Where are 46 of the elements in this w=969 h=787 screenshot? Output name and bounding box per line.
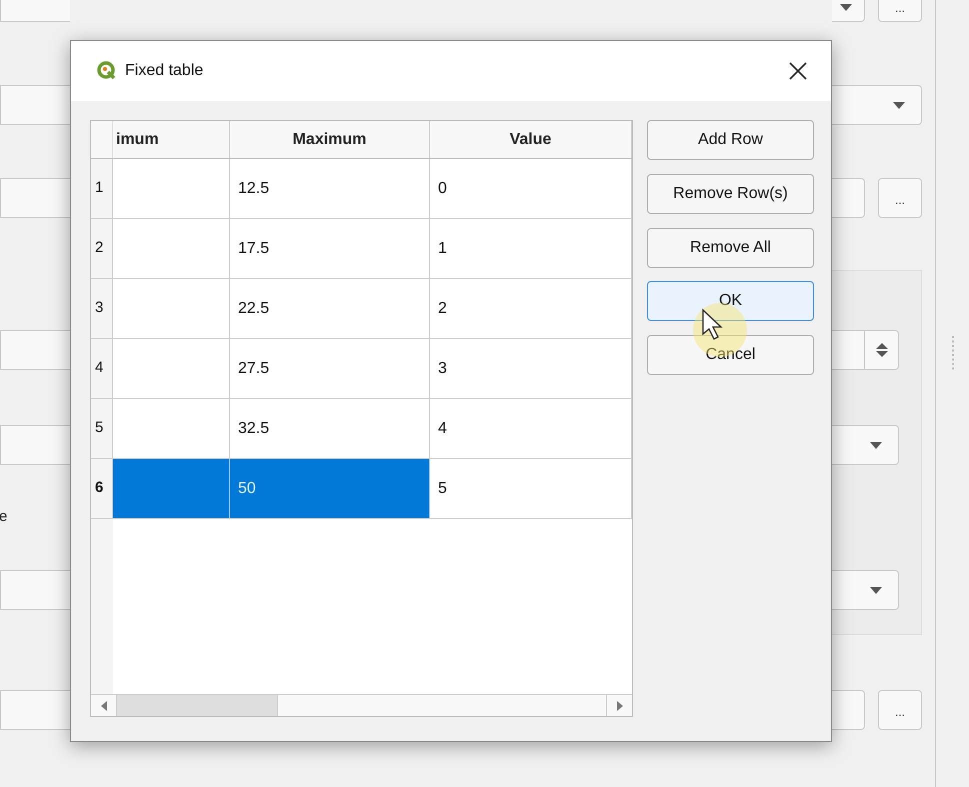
dropdown-arrow-icon xyxy=(840,4,852,10)
dialog-button[interactable]: Remove Row(s) xyxy=(647,174,814,214)
table-cell[interactable] xyxy=(113,459,230,518)
dropdown-field[interactable] xyxy=(832,425,899,465)
text-field[interactable] xyxy=(832,178,865,218)
dropdown-field[interactable] xyxy=(832,85,922,125)
row-header[interactable]: 2 xyxy=(91,219,113,278)
dropdown-arrow-icon xyxy=(870,442,882,448)
text-field[interactable] xyxy=(0,178,70,218)
scrollbar-thumb[interactable] xyxy=(117,695,278,716)
window-title: Fixed table xyxy=(125,61,204,81)
dropdown-field[interactable] xyxy=(0,85,70,125)
browse-button[interactable]: ... xyxy=(878,178,922,218)
row-header[interactable]: 4 xyxy=(91,339,113,398)
row-header[interactable]: 1 xyxy=(91,159,113,218)
browse-button[interactable]: ... xyxy=(878,0,922,22)
app-logo-icon xyxy=(97,61,117,81)
text-field[interactable] xyxy=(0,690,70,730)
dropdown-field[interactable] xyxy=(0,425,70,465)
column-header[interactable]: Value xyxy=(430,121,632,158)
scroll-left-icon[interactable] xyxy=(100,700,106,710)
dialog-button[interactable]: Cancel xyxy=(647,335,814,375)
row-header[interactable]: 3 xyxy=(91,279,113,338)
row-header[interactable]: 5 xyxy=(91,399,113,458)
close-icon[interactable] xyxy=(789,62,807,80)
dropdown-field[interactable] xyxy=(0,570,70,610)
dialog-button[interactable]: Remove All xyxy=(647,228,814,268)
scroll-right-icon[interactable] xyxy=(616,700,622,710)
table-cell[interactable]: 50 xyxy=(230,459,430,518)
splitter-handle-icon[interactable] xyxy=(952,336,954,370)
row-header[interactable]: 6 xyxy=(91,459,113,518)
dropdown-arrow-icon xyxy=(870,586,882,594)
dropdown-field[interactable] xyxy=(0,0,70,22)
browse-button[interactable]: ... xyxy=(878,690,922,730)
horizontal-scrollbar[interactable] xyxy=(91,694,632,716)
dropdown-arrow-icon xyxy=(893,102,905,108)
column-header[interactable]: imum xyxy=(113,121,230,158)
dialog-button[interactable]: Add Row xyxy=(647,120,814,160)
field-label: e xyxy=(0,507,8,528)
dialog-button[interactable]: OK xyxy=(647,281,814,321)
text-field[interactable] xyxy=(832,690,865,730)
dropdown-field[interactable] xyxy=(832,0,865,22)
dropdown-field[interactable] xyxy=(832,570,899,610)
spin-box[interactable] xyxy=(832,330,899,370)
spin-arrows-icon[interactable] xyxy=(876,342,888,358)
column-header[interactable]: Maximum xyxy=(230,121,430,158)
